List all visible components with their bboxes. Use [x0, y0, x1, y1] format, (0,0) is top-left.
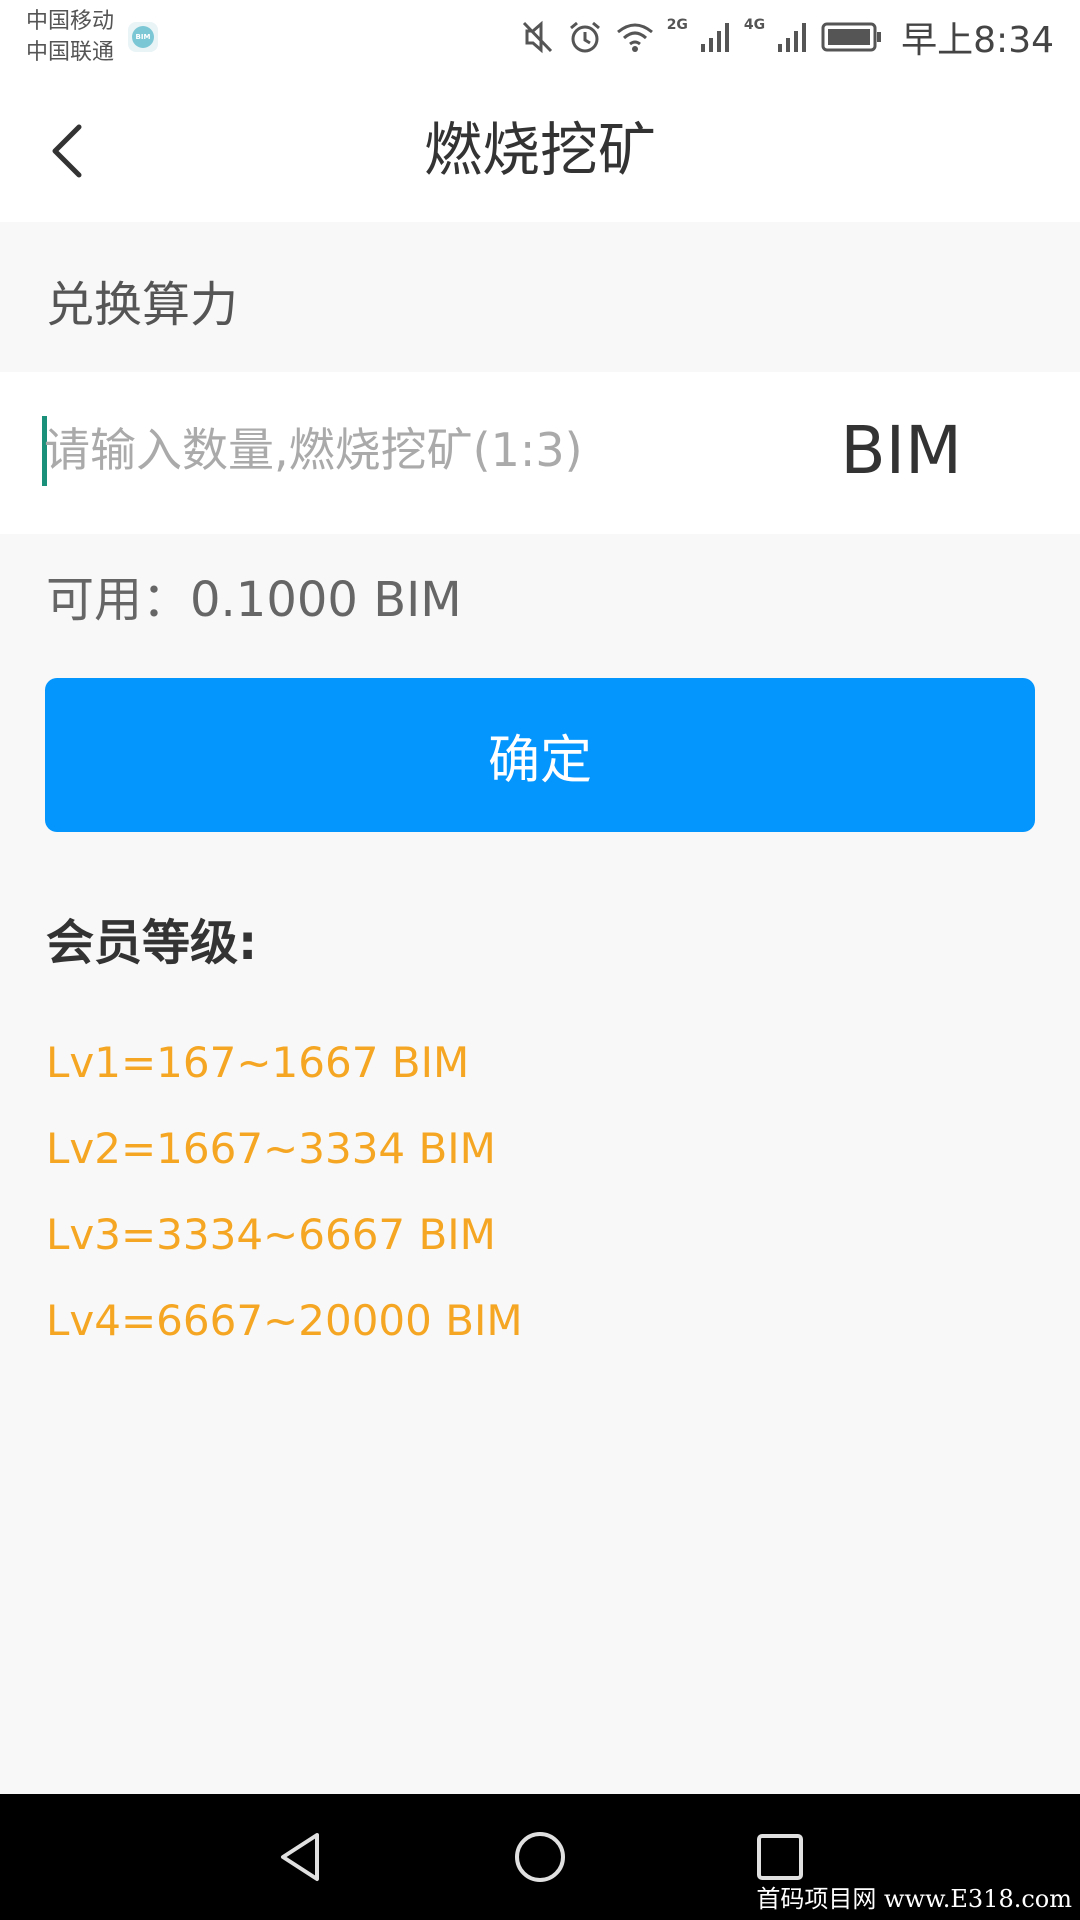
app-badge-label: BIM [132, 26, 154, 48]
back-triangle-icon [281, 1833, 319, 1881]
status-bar: 中国移动 中国联通 BIM 2G 4G 早上8:34 [0, 0, 1080, 80]
amount-input-row: BIM [0, 372, 1080, 534]
levels-list: Lv1=167~1667 BIM Lv2=1667~3334 BIM Lv3=3… [46, 1020, 523, 1364]
signal-4g-icon [778, 23, 807, 52]
section-label-exchange: 兑换算力 [46, 277, 239, 333]
level-item-2: Lv2=1667~3334 BIM [46, 1124, 496, 1173]
nav-back-button[interactable] [265, 1822, 335, 1892]
page-title: 燃烧挖矿 [423, 116, 656, 184]
carrier-info: 中国移动 中国联通 [26, 6, 114, 68]
watermark: 首码项目网 www.E318.com [756, 1885, 1072, 1913]
level-item-3: Lv3=3334~6667 BIM [46, 1210, 496, 1259]
amount-input[interactable] [44, 410, 804, 490]
carrier-2: 中国联通 [26, 40, 115, 65]
battery-icon [821, 22, 882, 52]
carrier-1: 中国移动 [26, 9, 115, 34]
network-type-1: 2G [666, 17, 688, 33]
network-type-2: 4G [743, 17, 766, 33]
status-icons: 2G 4G 早上8:34 [521, 12, 1054, 62]
home-circle-icon [515, 1832, 565, 1882]
confirm-button[interactable]: 确定 [45, 678, 1035, 832]
alarm-icon [569, 21, 600, 53]
available-balance: 可用：0.1000 BIM [46, 572, 462, 628]
unit-label: BIM [840, 412, 962, 489]
mute-icon [522, 20, 552, 54]
status-time: 早上8:34 [901, 20, 1054, 61]
navigation-bar: 首码项目网 www.E318.com [0, 1794, 1080, 1920]
recents-square-icon [757, 1834, 803, 1880]
nav-home-button[interactable] [505, 1822, 575, 1892]
signal-2g-icon [700, 23, 729, 52]
level-item-4: Lv4=6667~20000 BIM [46, 1296, 523, 1345]
level-item-1: Lv1=167~1667 BIM [46, 1038, 470, 1087]
app-header: 燃烧挖矿 [0, 80, 1080, 222]
app-notification-icon: BIM [128, 22, 158, 52]
levels-title: 会员等级: [46, 915, 258, 971]
wifi-icon [616, 23, 653, 52]
